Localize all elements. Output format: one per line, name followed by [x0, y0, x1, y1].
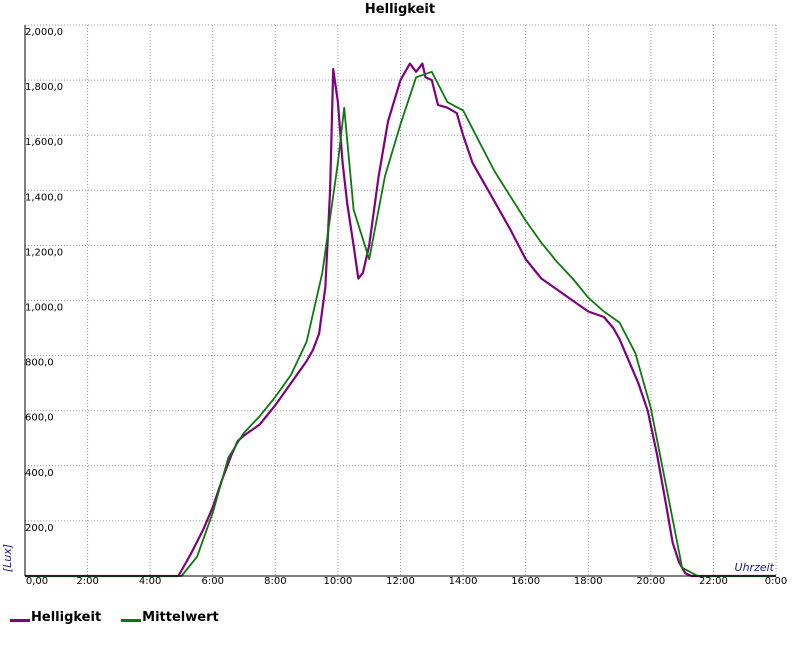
x-tick-label: 14:00 [449, 576, 478, 587]
x-tick-label: 12:00 [386, 576, 415, 587]
x-tick-label: 20:00 [636, 576, 665, 587]
y-tick-label: 1,600,0 [25, 137, 63, 148]
legend: Helligkeit Mittelwert [10, 606, 219, 628]
y-tick-label: 1,800,0 [25, 82, 63, 93]
legend-item-helligkeit: Helligkeit [10, 610, 101, 625]
y-tick-label: 800,0 [25, 358, 54, 369]
x-tick-label: 22:00 [699, 576, 728, 587]
x-tick-label: 18:00 [574, 576, 603, 587]
x-tick-label: 8:00 [264, 576, 286, 587]
y-tick-label: 400,0 [25, 468, 54, 479]
y-axis-ticks: 200,0 400,0 600,0 800,0 1,000,0 1,200,0 1,400,… [25, 27, 63, 534]
y-tick-label: 600,0 [25, 413, 54, 424]
x-axis-label: Uhrzeit [735, 561, 775, 574]
x-tick-label: 4:00 [139, 576, 161, 587]
legend-swatch-mittelwert [121, 618, 142, 622]
x-tick-label: 10:00 [324, 576, 353, 587]
y-tick-label: 1,000,0 [25, 303, 63, 314]
y-tick-label: 200,0 [25, 523, 54, 534]
y-tick-label: 2,000,0 [25, 27, 63, 38]
x-tick-label: 16:00 [511, 576, 540, 587]
x-tick-label: 2:00 [76, 576, 98, 587]
brightness-chart: Helligkeit 200,0 400,0 600,0 800,0 1,000,0 1,… [1, 2, 787, 587]
legend-label-helligkeit: Helligkeit [31, 609, 102, 625]
y-tick-label: 1,200,0 [25, 247, 63, 258]
legend-item-mittelwert: Mittelwert [121, 610, 219, 625]
x-tick-label: 0,00 [26, 576, 48, 587]
x-axis-ticks: 0,00 2:00 4:00 6:00 8:00 10:00 12:00 14:00 16:00… [26, 576, 787, 587]
x-tick-label: 6:00 [202, 576, 224, 587]
x-tick-label: 0:00 [765, 576, 787, 587]
y-axis-label: [Lux] [1, 544, 14, 572]
legend-label-mittelwert: Mittelwert [142, 609, 219, 625]
y-tick-label: 1,400,0 [25, 192, 63, 203]
chart-title: Helligkeit [365, 2, 435, 17]
series-line-mittelwert [25, 70, 776, 577]
legend-swatch-helligkeit [10, 618, 30, 622]
